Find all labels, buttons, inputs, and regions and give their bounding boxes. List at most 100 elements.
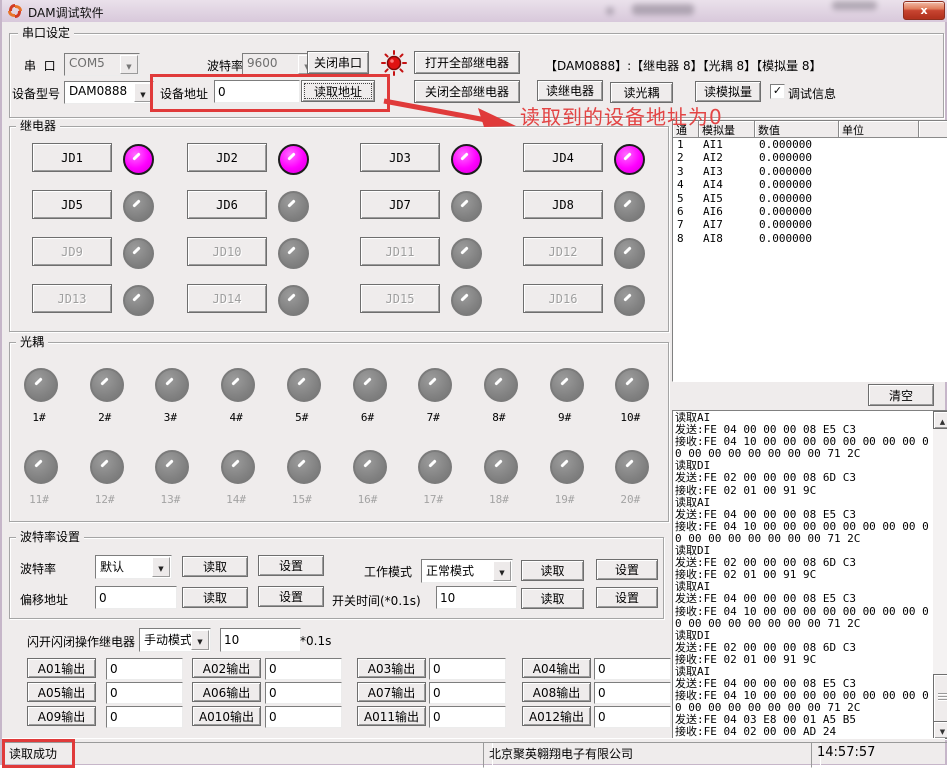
analog-table-cell: 1 — [673, 138, 699, 151]
analog-table-cell: 5 — [673, 192, 699, 205]
ao-input-a04[interactable] — [594, 658, 671, 680]
chevron-down-icon[interactable] — [134, 83, 152, 102]
analog-table-header-cell[interactable]: 单位 — [839, 121, 919, 138]
analog-table-row: 1AI10.000000 — [673, 138, 947, 151]
relay-button-jd14: JD14 — [187, 284, 267, 313]
relay-button-jd6[interactable]: JD6 — [187, 190, 267, 219]
analog-table-cell: 0.000000 — [755, 138, 839, 151]
relay-led-jd14 — [278, 285, 309, 316]
device-model-select[interactable]: DAM0888 — [64, 81, 154, 104]
opto-led-15 — [287, 450, 321, 484]
ao-button-a01[interactable]: A01输出 — [27, 658, 96, 678]
relay-group-label: 继电器 — [16, 119, 60, 133]
baud-rate-value: 9600 — [247, 56, 278, 70]
relay-button-jd1[interactable]: JD1 — [32, 143, 112, 172]
open-all-relays-button[interactable]: 打开全部继电器 — [414, 51, 520, 74]
analog-table-cell: 0.000000 — [755, 232, 839, 245]
debug-info-checkbox[interactable]: ✓ — [770, 84, 785, 99]
opto-led-6 — [353, 368, 387, 402]
read-analog-button[interactable]: 读模拟量 — [695, 81, 761, 102]
switch-time-input[interactable] — [436, 586, 517, 609]
flash-time-input[interactable] — [220, 628, 301, 652]
opto-label-1: 1# — [17, 411, 61, 424]
chevron-down-icon[interactable] — [493, 561, 511, 581]
opto-label-17: 17# — [411, 493, 455, 506]
opto-label-10: 10# — [608, 411, 652, 424]
analog-table-cell: 8 — [673, 232, 699, 245]
relay-button-jd5[interactable]: JD5 — [32, 190, 112, 219]
close-all-relays-button[interactable]: 关闭全部继电器 — [414, 80, 520, 103]
ao-input-a02[interactable] — [265, 658, 342, 680]
status-bar: 读取成功 北京聚英翱翔电子有限公司 14:57:57 — [2, 738, 945, 764]
offset-address-input[interactable] — [95, 586, 177, 609]
analog-table-cell: 0.000000 — [755, 192, 839, 205]
ao-button-a07[interactable]: A07输出 — [357, 682, 426, 702]
work-mode-read-button[interactable]: 读取 — [521, 560, 584, 581]
opto-label-4: 4# — [214, 411, 258, 424]
clear-log-button[interactable]: 清空 — [868, 384, 934, 406]
ao-input-a011[interactable] — [429, 706, 506, 728]
analog-table-header-cell[interactable]: 数值 — [755, 121, 839, 138]
offset-read-button[interactable]: 读取 — [182, 587, 248, 608]
close-serial-button[interactable]: 关闭串口 — [307, 51, 369, 74]
flash-mode-value: 手动模式 — [144, 631, 192, 648]
analog-table-row: 5AI50.000000 — [673, 192, 947, 205]
ao-button-a02[interactable]: A02输出 — [192, 658, 261, 678]
ao-input-a09[interactable] — [106, 706, 183, 728]
log-scrollbar[interactable] — [933, 411, 947, 739]
ao-button-a012[interactable]: A012输出 — [522, 706, 591, 726]
ao-button-a09[interactable]: A09输出 — [27, 706, 96, 726]
baud-set-button[interactable]: 设置 — [258, 555, 324, 576]
flash-mode-select[interactable]: 手动模式 — [139, 628, 211, 652]
baud-set-select[interactable]: 默认 — [95, 555, 172, 579]
window-title: DAM调试软件 — [28, 4, 104, 21]
relay-button-jd3[interactable]: JD3 — [360, 143, 440, 172]
device-model-value: DAM0888 — [69, 84, 127, 98]
scroll-down-icon[interactable] — [933, 721, 947, 739]
relay-button-jd2[interactable]: JD2 — [187, 143, 267, 172]
opto-label-20: 20# — [608, 493, 652, 506]
offset-set-button[interactable]: 设置 — [258, 586, 324, 607]
ao-button-a04[interactable]: A04输出 — [522, 658, 591, 678]
chevron-down-icon — [120, 55, 138, 74]
ao-input-a01[interactable] — [106, 658, 183, 680]
ao-input-a07[interactable] — [429, 682, 506, 704]
chevron-down-icon[interactable] — [191, 630, 209, 650]
read-address-button[interactable]: 读取地址 — [301, 80, 375, 102]
switch-time-set-button[interactable]: 设置 — [596, 587, 658, 608]
ao-button-a06[interactable]: A06输出 — [192, 682, 261, 702]
opto-led-1 — [24, 368, 58, 402]
switch-time-read-button[interactable]: 读取 — [521, 588, 584, 609]
read-opto-button[interactable]: 读光耦 — [610, 82, 673, 103]
ao-button-a03[interactable]: A03输出 — [357, 658, 426, 678]
relay-button-jd4[interactable]: JD4 — [523, 143, 603, 172]
relay-button-jd7[interactable]: JD7 — [360, 190, 440, 219]
opto-label-16: 16# — [346, 493, 390, 506]
scroll-up-icon[interactable] — [933, 411, 947, 429]
ao-button-a05[interactable]: A05输出 — [27, 682, 96, 702]
app-window: DAM调试软件 x 串口设定 串 口 COM5 波特率 9600 关闭串口 打开… — [0, 0, 947, 765]
work-mode-set-button[interactable]: 设置 — [596, 559, 658, 580]
chevron-down-icon[interactable] — [152, 557, 170, 577]
work-mode-select[interactable]: 正常模式 — [421, 559, 513, 583]
relay-button-jd8[interactable]: JD8 — [523, 190, 603, 219]
flash-relay-label: 闪开闪闭操作继电器 — [27, 633, 135, 650]
read-relays-button[interactable]: 读继电器 — [537, 80, 603, 101]
analog-table-cell — [919, 192, 947, 205]
scrollbar-thumb[interactable] — [933, 674, 947, 724]
baud-read-button[interactable]: 读取 — [182, 556, 248, 577]
close-button[interactable]: x — [903, 1, 945, 20]
device-address-input[interactable] — [214, 80, 300, 103]
ao-input-a012[interactable] — [594, 706, 671, 728]
analog-table-cell — [839, 138, 919, 151]
ao-input-a08[interactable] — [594, 682, 671, 704]
ao-button-a011[interactable]: A011输出 — [357, 706, 426, 726]
analog-table-row: 7AI70.000000 — [673, 218, 947, 231]
titlebar-artifact — [606, 7, 614, 15]
ao-input-a06[interactable] — [265, 682, 342, 704]
ao-input-a05[interactable] — [106, 682, 183, 704]
ao-button-a08[interactable]: A08输出 — [522, 682, 591, 702]
ao-button-a010[interactable]: A010输出 — [192, 706, 261, 726]
ao-input-a010[interactable] — [265, 706, 342, 728]
ao-input-a03[interactable] — [429, 658, 506, 680]
